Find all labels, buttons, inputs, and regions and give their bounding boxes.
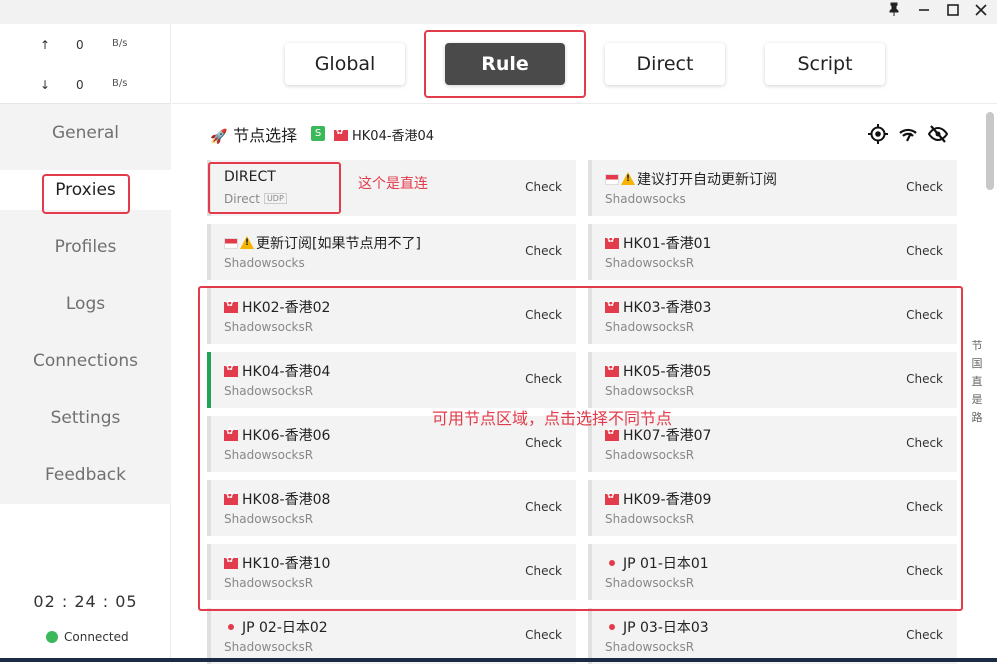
upload-arrow-icon: ↑ [40,38,51,52]
annotation-rule-highlight [424,30,586,98]
check-button[interactable]: Check [525,628,562,642]
group-selected-label: HK04-香港04 [352,129,435,144]
proxy-name: JP 03-日本03 [623,620,709,636]
proxy-group-header[interactable]: 🚀 节点选择 S HK04-香港04 [210,122,434,146]
annotation-nodes-box [198,286,963,611]
connected-dot-icon [46,631,58,643]
check-button[interactable]: Check [906,628,943,642]
check-button[interactable]: Check [525,244,562,258]
minimize-icon[interactable] [913,2,935,22]
group-title: 节点选择 [233,126,298,145]
download-value: 0 [76,78,84,92]
proxy-card[interactable]: JP 02-日本02 ShadowsocksR Check [207,608,576,664]
jp-flag-icon [224,622,238,633]
proxy-name-wrap: JP 03-日本03 [605,617,709,637]
sidebar-item-general[interactable]: General [0,113,171,153]
proxy-type: ShadowsocksR [224,640,314,654]
title-bar [0,0,997,24]
mode-direct-button[interactable]: Direct [605,43,725,85]
proxy-name: HK01-香港01 [623,236,712,252]
sidebar-item-connections[interactable]: Connections [0,341,171,381]
annotation-direct-box [208,162,341,214]
annotation-side-vertical: 节国直是路 [971,339,983,424]
check-button[interactable]: Check [525,180,562,194]
sg-flag-icon [224,238,238,249]
rocket-icon: 🚀 [210,129,228,145]
traffic-panel: ↑ 0 B/s ↓ 0 B/s [0,24,170,104]
proxy-name-wrap: 建议打开自动更新订阅 [605,169,777,189]
mode-script-button[interactable]: Script [765,43,885,85]
connection-label: Connected [64,630,129,644]
sidebar-item-feedback[interactable]: Feedback [0,455,171,495]
annotation-direct-note: 这个是直连 [358,176,428,192]
sg-flag-icon [605,174,619,185]
proxy-name-wrap: HK01-香港01 [605,233,711,253]
warning-icon [621,173,635,185]
proxy-name-wrap: 更新订阅[如果节点用不了] [224,233,421,253]
proxy-name: JP 02-日本02 [242,620,328,636]
connection-status: Connected [46,630,129,644]
warning-icon [240,237,254,249]
upload-value: 0 [76,38,84,52]
upload-unit: B/s [112,38,128,49]
sidebar-item-settings[interactable]: Settings [0,398,171,438]
locate-icon[interactable] [868,124,888,144]
clock: 02 : 24 : 05 [33,592,138,611]
sidebar-item-logs[interactable]: Logs [0,284,171,324]
proxy-card[interactable]: HK01-香港01 ShadowsocksR Check [588,224,957,280]
scrollbar-thumb[interactable] [986,112,994,190]
proxy-name-wrap: JP 02-日本02 [224,617,328,637]
proxy-type: ShadowsocksR [605,256,695,270]
pin-icon[interactable] [883,2,905,22]
close-icon[interactable] [970,2,992,22]
annotation-proxies-highlight [42,174,130,214]
sidebar-item-profiles[interactable]: Profiles [0,227,171,267]
maximize-icon[interactable] [942,2,964,22]
hk-flag-icon [334,127,348,141]
hk-flag-icon [605,235,619,249]
mode-bar: Global Rule Direct Script [172,24,997,104]
wifi-speed-icon[interactable] [898,124,918,144]
check-button[interactable]: Check [906,244,943,258]
sidebar: ↑ 0 B/s ↓ 0 B/s General Proxies Profiles… [0,24,171,662]
hide-eye-icon[interactable] [927,124,949,144]
annotation-nodes-note: 可用节点区域，点击选择不同节点 [432,409,673,428]
download-arrow-icon: ↓ [40,78,51,92]
mode-global-button[interactable]: Global [285,43,405,85]
proxy-name: 更新订阅[如果节点用不了] [256,236,421,252]
check-button[interactable]: Check [906,180,943,194]
jp-flag-icon [605,622,619,633]
proxy-card[interactable]: 更新订阅[如果节点用不了] Shadowsocks Check [207,224,576,280]
proxy-card[interactable]: JP 03-日本03 ShadowsocksR Check [588,608,957,664]
proxy-name: 建议打开自动更新订阅 [637,172,777,188]
group-selected-proxy: HK04-香港04 [334,125,434,144]
taskbar-strip [0,658,997,662]
proxy-type: Shadowsocks [605,192,686,206]
proxy-type: Shadowsocks [224,256,305,270]
sidebar-nav: General Proxies Profiles Logs Connection… [0,104,171,504]
proxy-card[interactable]: 建议打开自动更新订阅 Shadowsocks Check [588,160,957,216]
download-unit: B/s [112,78,128,89]
proxy-type: ShadowsocksR [605,640,695,654]
group-type-badge: S [311,126,325,141]
